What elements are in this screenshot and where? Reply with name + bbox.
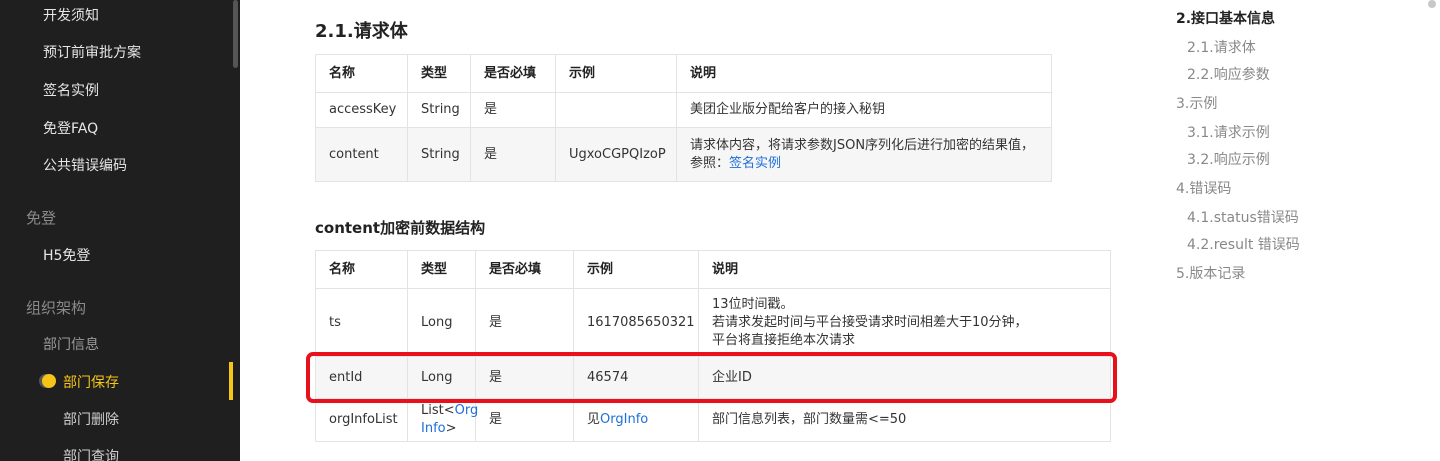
active-dot-icon [42, 374, 56, 388]
sidebar-item-pre-approval[interactable]: 预订前审批方案 [43, 42, 141, 62]
see-label: 见 [587, 412, 601, 427]
cell-name: accessKey [315, 92, 408, 128]
cell-example: UgxoCGPQIzoP [555, 127, 677, 182]
cell-example [555, 92, 677, 128]
toc-item[interactable]: 3.示例 [1176, 93, 1217, 113]
header-description: 说明 [676, 54, 1052, 93]
toc-item[interactable]: 2.2.响应参数 [1187, 64, 1270, 84]
orginfo-type-link-cont[interactable]: Info [421, 421, 446, 436]
header-example: 示例 [555, 54, 677, 93]
cell-name: orgInfoList [315, 398, 408, 442]
sidebar-item-dept-info[interactable]: 部门信息 [43, 334, 99, 354]
cell-type: List<Org Info> [407, 398, 478, 442]
sidebar-item-h5-login[interactable]: H5免登 [43, 245, 90, 265]
cell-required: 是 [470, 92, 556, 128]
type-prefix: List< [421, 403, 455, 418]
cell-type: String [407, 92, 471, 128]
cell-required: 是 [475, 398, 574, 442]
sidebar-item-error-codes[interactable]: 公共错误编码 [43, 155, 127, 175]
subsection-title: content加密前数据结构 [315, 219, 486, 237]
table-header-row: 名称 类型 是否必填 示例 说明 [315, 250, 1111, 289]
sidebar-item-login-faq[interactable]: 免登FAQ [43, 118, 98, 138]
active-indicator [229, 362, 233, 400]
header-required: 是否必填 [475, 250, 574, 289]
table-row: orgInfoList List<Org Info> 是 见OrgInfo 部门… [315, 398, 1111, 442]
highlight-box [306, 352, 1117, 403]
toc-item[interactable]: 3.2.响应示例 [1187, 149, 1270, 169]
header-type: 类型 [407, 54, 471, 93]
sidebar-item-dev-notes[interactable]: 开发须知 [43, 5, 99, 25]
description-line: 平台将直接拒绝本次请求 [712, 332, 856, 348]
toc-item[interactable]: 4.1.status错误码 [1187, 207, 1299, 227]
description-line: 若请求发起时间与平台接受请求时间相差大于10分钟， [712, 314, 1028, 330]
cell-description: 美团企业版分配给客户的接入秘钥 [676, 92, 1052, 128]
table-row: accessKey String 是 美团企业版分配给客户的接入秘钥 [315, 92, 1052, 128]
description-line: 13位时间戳。 [712, 296, 794, 312]
table-header-row: 名称 类型 是否必填 示例 说明 [315, 54, 1052, 93]
content-structure-table: 名称 类型 是否必填 示例 说明 ts Long 是 1617085650321… [315, 250, 1111, 442]
toc-title[interactable]: 2.接口基本信息 [1176, 8, 1275, 28]
section-title: 2.1.请求体 [315, 21, 408, 42]
orginfo-link[interactable]: OrgInfo [600, 412, 648, 427]
cell-example: 1617085650321 [573, 288, 699, 357]
cell-description: 部门信息列表，部门数量需<=50 [698, 398, 1111, 442]
header-name: 名称 [315, 250, 408, 289]
cell-required: 是 [475, 288, 574, 357]
sidebar-scrollbar[interactable] [233, 0, 238, 68]
sidebar-item-label: 部门保存 [63, 375, 119, 391]
type-line: List<Org [421, 402, 478, 420]
type-line: Info> [421, 420, 465, 438]
sidebar: 开发须知 预订前审批方案 签名实例 免登FAQ 公共错误编码 免登 H5免登 组… [0, 0, 240, 461]
toc-item[interactable]: 2.1.请求体 [1187, 37, 1256, 57]
page-scrollbar[interactable] [1428, 0, 1436, 8]
type-suffix: > [445, 421, 457, 436]
toc-item[interactable]: 4.2.result 错误码 [1187, 234, 1300, 254]
sidebar-group-org[interactable]: 组织架构 [26, 297, 86, 318]
orginfo-type-link[interactable]: Org [455, 403, 479, 418]
signature-example-link[interactable]: 签名实例 [729, 156, 781, 171]
table-row: ts Long 是 1617085650321 13位时间戳。 若请求发起时间与… [315, 288, 1111, 357]
cell-description: 请求体内容，将请求参数JSON序列化后进行加密的结果值， 参照：签名实例 [676, 127, 1052, 182]
sidebar-item-dept-save[interactable]: 部门保存 [0, 362, 240, 400]
table-row: content String 是 UgxoCGPQIzoP 请求体内容，将请求参… [315, 127, 1052, 182]
toc-item[interactable]: 5.版本记录 [1176, 263, 1245, 283]
header-description: 说明 [698, 250, 1111, 289]
description-line: 参照：签名实例 [690, 155, 1038, 173]
sidebar-group-login[interactable]: 免登 [26, 207, 56, 228]
sidebar-item-signature[interactable]: 签名实例 [43, 80, 99, 100]
toc-item[interactable]: 3.1.请求示例 [1187, 122, 1270, 142]
cell-type: String [407, 127, 471, 182]
request-body-table: 名称 类型 是否必填 示例 说明 accessKey String 是 美团企业… [315, 54, 1052, 182]
description-line: 请求体内容，将请求参数JSON序列化后进行加密的结果值， [690, 137, 1035, 153]
reference-label: 参照： [690, 155, 730, 171]
header-type: 类型 [407, 250, 476, 289]
sidebar-item-dept-delete[interactable]: 部门删除 [63, 409, 119, 429]
cell-required: 是 [470, 127, 556, 182]
cell-description: 13位时间戳。 若请求发起时间与平台接受请求时间相差大于10分钟， 平台将直接拒… [698, 288, 1111, 357]
toc-item[interactable]: 4.错误码 [1176, 178, 1231, 198]
header-name: 名称 [315, 54, 408, 93]
header-example: 示例 [573, 250, 699, 289]
cell-example: 见OrgInfo [573, 398, 699, 442]
cell-name: content [315, 127, 408, 182]
header-required: 是否必填 [470, 54, 556, 93]
cell-name: ts [315, 288, 408, 357]
sidebar-item-dept-query[interactable]: 部门查询 [63, 446, 119, 461]
cell-type: Long [407, 288, 476, 357]
